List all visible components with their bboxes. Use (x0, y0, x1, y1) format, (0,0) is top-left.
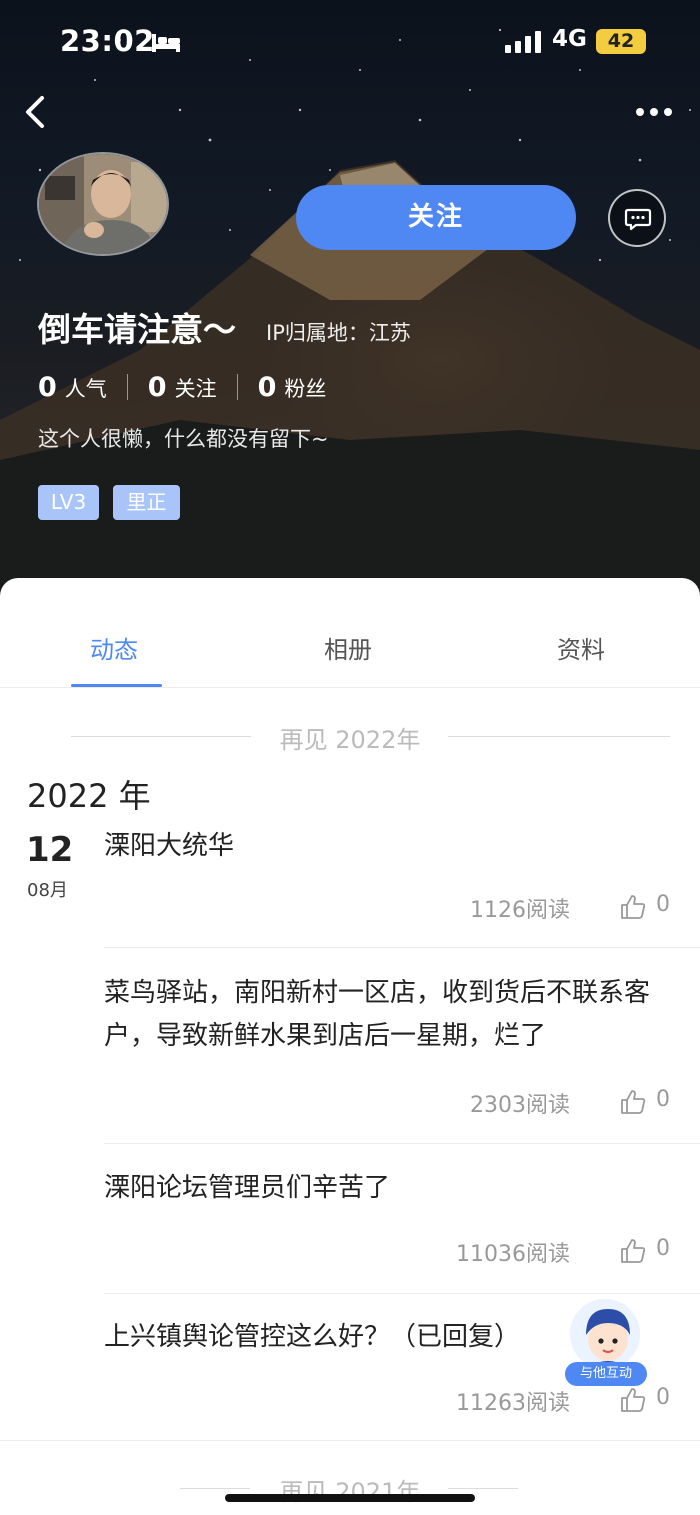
stat-popularity-label: 人气 (64, 376, 107, 401)
battery-level: 42 (596, 29, 646, 54)
year-heading: 2022 年 (27, 777, 151, 815)
stat-followers[interactable]: 0 粉丝 (258, 372, 327, 403)
tab-album[interactable]: 相册 (324, 630, 372, 665)
stat-followers-label: 粉丝 (284, 376, 327, 401)
avatar-photo (39, 154, 167, 254)
like-count: 0 (656, 1087, 670, 1112)
stat-popularity[interactable]: 0 人气 (38, 372, 107, 403)
status-time: 23:02 (60, 24, 155, 58)
rank-badge: 里正 (113, 485, 180, 520)
stat-popularity-value: 0 (38, 371, 57, 403)
year-divider-2021: 再见 2021年 (0, 1468, 700, 1508)
year-divider-label: 再见 2022年 (279, 726, 421, 754)
bio: 这个人很懒，什么都没有留下~ (38, 427, 329, 451)
thumbs-up-icon[interactable] (620, 1387, 646, 1413)
follow-button[interactable]: 关注 (296, 185, 576, 250)
volcano-landscape-decoration (0, 160, 700, 600)
post-reads: 1126阅读 (470, 898, 570, 923)
post-reads: 2303阅读 (470, 1093, 570, 1118)
thumbs-up-icon[interactable] (620, 894, 646, 920)
thumbs-up-icon[interactable] (620, 1089, 646, 1115)
divider-line (448, 1488, 518, 1489)
stat-divider (126, 374, 128, 400)
post-item[interactable]: 溧阳论坛管理员们辛苦了 11036阅读 0 (0, 1165, 700, 1295)
home-indicator[interactable] (225, 1494, 475, 1502)
ip-location: IP归属地：江苏 (266, 321, 411, 345)
chat-bubble-icon (624, 208, 652, 231)
interact-label: 与他互动 (565, 1362, 647, 1386)
bed-icon (152, 34, 180, 52)
interact-float-button[interactable]: 与他互动 (565, 1296, 647, 1390)
tab-activity[interactable]: 动态 (90, 630, 138, 665)
year-divider-2022: 再见 2022年 (0, 716, 700, 756)
profile-header-background: 23:02 4G 42 关注 倒车请注意～ IP归属地：江苏 0 人气 0 关注… (0, 0, 700, 600)
post-divider (104, 947, 700, 948)
back-arrow-icon[interactable] (18, 92, 54, 132)
like-count: 0 (656, 892, 670, 917)
mascot-avatar (567, 1296, 643, 1372)
active-tab-indicator (71, 684, 162, 687)
stat-following-value: 0 (147, 371, 167, 403)
divider-line (448, 736, 670, 737)
post-item[interactable]: 菜鸟驿站，南阳新村一区店，收到货后不联系客户，导致新鲜水果到店后一星期，烂了 2… (0, 970, 700, 1145)
post-reads: 11263阅读 (456, 1391, 570, 1416)
more-options-icon[interactable] (632, 100, 676, 124)
post-divider (104, 1143, 700, 1144)
status-bar: 23:02 4G 42 (0, 0, 700, 80)
tab-info[interactable]: 资料 (557, 630, 605, 665)
network-type: 4G (552, 26, 587, 52)
level-badge: LV3 (38, 485, 99, 520)
signal-icon (505, 31, 541, 53)
post-item[interactable]: 溧阳大统华 1126阅读 0 (0, 823, 700, 948)
stat-following[interactable]: 0 关注 (148, 372, 217, 403)
tab-bar: 动态 相册 资料 (0, 578, 700, 688)
username: 倒车请注意～ (38, 310, 236, 349)
avatar[interactable] (37, 152, 169, 256)
post-title: 溧阳论坛管理员们辛苦了 (104, 1173, 391, 1203)
profile-stats: 0 人气 0 关注 0 粉丝 (38, 370, 326, 404)
like-count: 0 (656, 1236, 670, 1261)
stat-followers-value: 0 (257, 371, 277, 403)
post-title: 菜鸟驿站，南阳新村一区店，收到货后不联系客户，导致新鲜水果到店后一星期，烂了 (104, 978, 651, 1051)
post-reads: 11036阅读 (456, 1242, 570, 1267)
message-button[interactable] (608, 189, 666, 247)
thumbs-up-icon[interactable] (620, 1238, 646, 1264)
stat-following-label: 关注 (174, 376, 217, 401)
section-divider (0, 1440, 700, 1441)
post-title: 溧阳大统华 (104, 831, 235, 861)
stat-divider (236, 374, 238, 400)
post-divider (104, 1293, 700, 1294)
like-count: 0 (656, 1385, 670, 1410)
